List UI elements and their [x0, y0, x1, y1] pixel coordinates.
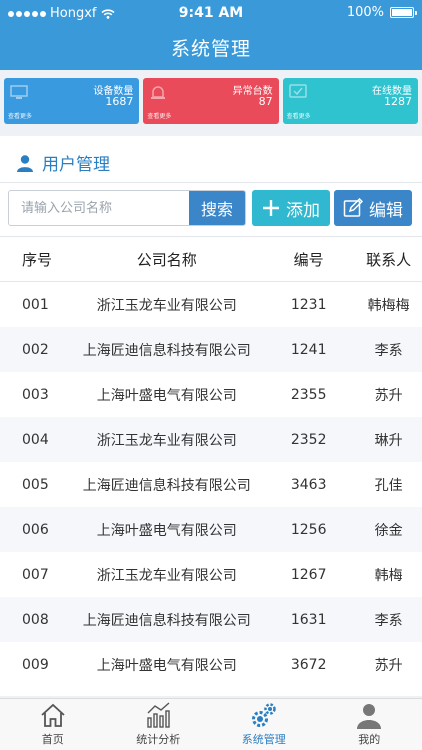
- tab-statistics[interactable]: 统计分析: [106, 699, 212, 750]
- user-icon: [17, 154, 33, 172]
- edit-button-label: 编辑: [369, 200, 403, 221]
- gears-icon: [251, 703, 276, 727]
- battery-icon: [390, 7, 417, 18]
- tab-label: 我的: [358, 733, 381, 746]
- cell-company: 上海匠迪信息科技有限公司: [82, 612, 251, 629]
- search-input[interactable]: [9, 191, 191, 225]
- company-table: 序号 公司名称 编号 联系人 001 浙江玉龙车业有限公司 1231 韩梅梅 0…: [0, 236, 422, 687]
- add-button-label: 添加: [286, 200, 320, 221]
- cell-contact: 苏升: [374, 657, 403, 674]
- table-row[interactable]: 008 上海匠迪信息科技有限公司 1631 李系: [0, 597, 422, 642]
- alarm-icon: [151, 86, 166, 99]
- cell-company: 上海匠迪信息科技有限公司: [82, 477, 251, 494]
- chart-icon: [147, 702, 170, 728]
- tab-home[interactable]: 首页: [0, 699, 106, 750]
- table-row[interactable]: 002 上海匠迪信息科技有限公司 1241 李系: [0, 327, 422, 372]
- stat-more-link[interactable]: 查看更多: [8, 111, 32, 120]
- table-row[interactable]: 006 上海叶盛电气有限公司 1256 徐金: [0, 507, 422, 552]
- cell-index: 001: [22, 296, 49, 313]
- stats-row: 设备数量 1687 查看更多 异常台数 87 查看更多 在线数量 1287 查看…: [4, 78, 418, 124]
- stat-more-link[interactable]: 查看更多: [287, 111, 311, 120]
- cell-index: 009: [22, 656, 49, 673]
- table-row[interactable]: 004 浙江玉龙车业有限公司 2352 琳升: [0, 417, 422, 462]
- online-icon: [288, 84, 307, 98]
- stat-value: 87: [258, 95, 273, 108]
- cell-contact: 徐金: [374, 522, 403, 539]
- status-bar: Hongxf 9:41 AM 100%: [0, 0, 422, 26]
- column-header-index: 序号: [22, 250, 53, 269]
- cell-index: 006: [22, 521, 49, 538]
- cell-contact: 孔佳: [374, 477, 403, 494]
- tab-label: 统计分析: [136, 733, 181, 746]
- cell-company: 上海叶盛电气有限公司: [96, 387, 237, 404]
- cell-contact: 李系: [374, 342, 403, 359]
- cell-company: 浙江玉龙车业有限公司: [96, 567, 237, 584]
- cell-contact: 苏升: [374, 387, 403, 404]
- cell-index: 004: [22, 431, 49, 448]
- cell-index: 007: [22, 566, 49, 583]
- home-icon: [41, 703, 65, 727]
- cell-company: 上海叶盛电气有限公司: [96, 522, 237, 539]
- section-title-text: 用户管理: [42, 155, 110, 175]
- cell-index: 005: [22, 476, 49, 493]
- cell-company: 浙江玉龙车业有限公司: [96, 297, 237, 314]
- column-header-contact: 联系人: [366, 250, 412, 269]
- cell-company: 上海叶盛电气有限公司: [96, 657, 237, 674]
- column-header-code: 编号: [293, 250, 324, 269]
- stat-value: 1687: [105, 95, 134, 108]
- user-icon: [357, 704, 382, 729]
- table-row[interactable]: 003 上海叶盛电气有限公司 2355 苏升: [0, 372, 422, 417]
- cell-contact: 李系: [374, 612, 403, 629]
- cell-company: 浙江玉龙车业有限公司: [96, 432, 237, 449]
- cell-contact: 韩梅: [374, 567, 403, 584]
- divider: [0, 182, 422, 183]
- cell-code: 1256: [290, 521, 327, 538]
- search-button[interactable]: 搜索: [189, 191, 245, 225]
- cell-code: 2352: [290, 431, 327, 448]
- cell-code: 1267: [290, 566, 327, 583]
- table-body: 001 浙江玉龙车业有限公司 1231 韩梅梅 002 上海匠迪信息科技有限公司…: [0, 282, 422, 687]
- tab-mine[interactable]: 我的: [317, 699, 422, 750]
- search-bar: 搜索: [8, 190, 246, 226]
- tab-bar: 首页 统计分析 系统管理 我的: [0, 698, 422, 750]
- stat-card-devices[interactable]: 设备数量 1687 查看更多: [4, 78, 140, 124]
- cell-contact: 韩梅梅: [367, 297, 410, 314]
- stat-more-link[interactable]: 查看更多: [147, 111, 171, 120]
- cell-code: 3672: [290, 656, 327, 673]
- cell-code: 1241: [290, 341, 327, 358]
- cell-code: 2355: [290, 386, 327, 403]
- tab-system[interactable]: 系统管理: [211, 699, 317, 750]
- column-header-company: 公司名称: [136, 250, 197, 269]
- cell-company: 上海匠迪信息科技有限公司: [82, 342, 251, 359]
- table-row[interactable]: 007 浙江玉龙车业有限公司 1267 韩梅: [0, 552, 422, 597]
- cell-code: 1231: [290, 296, 327, 313]
- stat-value: 1287: [383, 95, 412, 108]
- stat-card-alarms[interactable]: 异常台数 87 查看更多: [143, 78, 279, 124]
- edit-icon: [343, 198, 363, 217]
- app-header: Hongxf 9:41 AM 100% 系统管理: [0, 0, 422, 70]
- cell-code: 1631: [290, 611, 327, 628]
- plus-icon: [263, 200, 279, 216]
- page-title: 系统管理: [170, 38, 251, 60]
- stat-card-online[interactable]: 在线数量 1287 查看更多: [282, 78, 418, 124]
- cell-index: 003: [22, 386, 49, 403]
- device-icon: [10, 85, 28, 99]
- table-header: 序号 公司名称 编号 联系人: [0, 236, 422, 282]
- edit-button[interactable]: 编辑: [334, 190, 412, 226]
- table-row[interactable]: 009 上海叶盛电气有限公司 3672 苏升: [0, 642, 422, 687]
- cell-index: 002: [22, 341, 49, 358]
- battery-percent: 100%: [346, 5, 384, 20]
- tab-label: 系统管理: [241, 733, 286, 746]
- table-row[interactable]: 001 浙江玉龙车业有限公司 1231 韩梅梅: [0, 282, 422, 327]
- cell-contact: 琳升: [374, 432, 403, 449]
- add-button[interactable]: 添加: [252, 190, 330, 226]
- user-management-panel: 用户管理 搜索 添加 编辑 序号 公司名称 编号 联系人 001 浙江玉龙车业有…: [0, 136, 422, 696]
- table-row[interactable]: 005 上海匠迪信息科技有限公司 3463 孔佳: [0, 462, 422, 507]
- section-title: 用户管理: [16, 150, 110, 175]
- battery-info: 100%: [346, 5, 417, 20]
- cell-code: 3463: [290, 476, 327, 493]
- cell-index: 008: [22, 611, 49, 628]
- tab-label: 首页: [41, 733, 64, 746]
